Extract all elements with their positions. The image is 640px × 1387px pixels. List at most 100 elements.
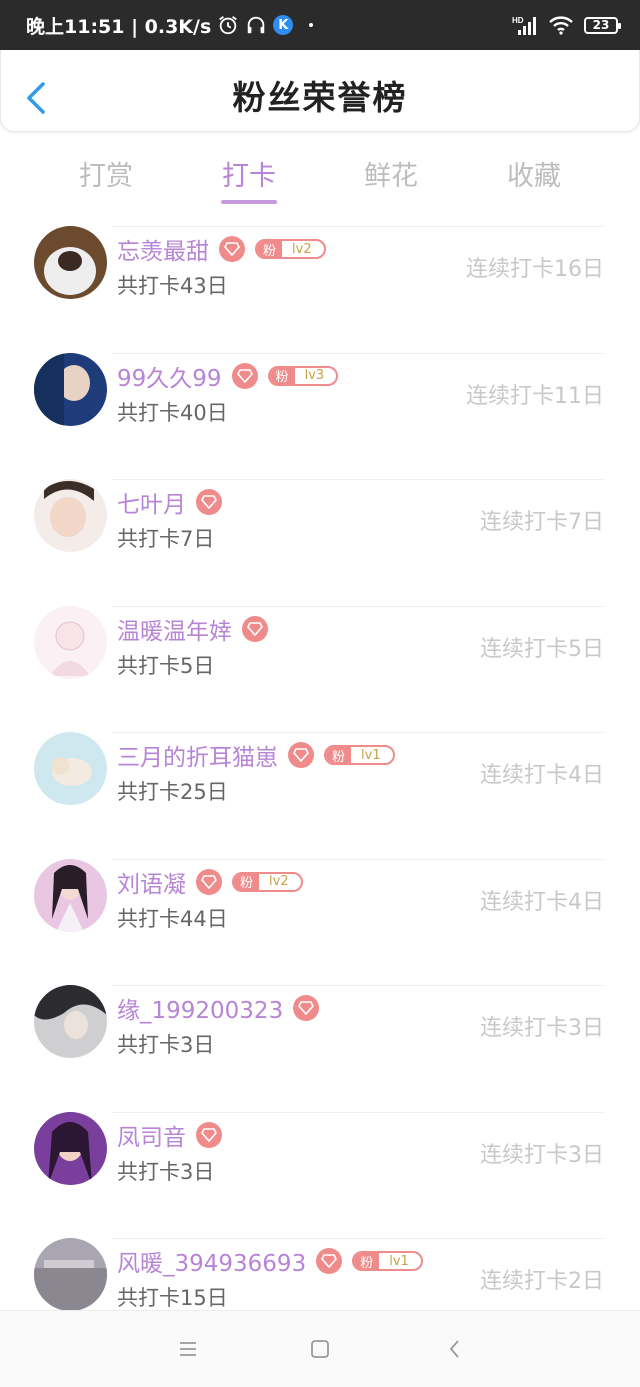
streak-checkins: 连续打卡16日 (466, 257, 604, 282)
avatar (34, 858, 107, 932)
diamond-icon (231, 362, 258, 389)
tab-reward[interactable]: 打赏 (46, 154, 166, 193)
streak-checkins: 连续打卡3日 (480, 1142, 604, 1168)
network-type: HD (512, 16, 524, 25)
status-bar: 晚上11:51 | 0.3K/s K HD 23 (0, 0, 640, 50)
list-item[interactable]: 忘羡最甜 粉 lv2 共打卡43日 连续打卡16日 (0, 226, 640, 353)
streak-checkins: 连续打卡2日 (480, 1269, 604, 1294)
total-checkins: 共打卡40日 (117, 400, 228, 425)
divider (112, 226, 604, 227)
home-icon[interactable] (308, 1337, 332, 1361)
back-icon[interactable] (443, 1337, 467, 1361)
fan-name: 缘_199200323 (117, 998, 284, 1024)
fan-name: 刘语凝 (117, 871, 186, 898)
fan-name: 忘羡最甜 (117, 239, 209, 265)
avatar (34, 732, 107, 805)
total-checkins: 共打卡7日 (117, 527, 215, 551)
wifi-icon (549, 16, 573, 35)
fan-level: lv1 (389, 1253, 409, 1269)
fan-name: 风暖_394936693 (117, 1251, 307, 1277)
tab-checkin[interactable]: 打卡 (189, 154, 309, 193)
status-time: 晚上11:51 | 0.3K/s (26, 15, 212, 38)
avatar (34, 479, 107, 552)
diamond-icon (288, 742, 314, 768)
list-item[interactable]: 温暖温年婞 共打卡5日 连续打卡5日 (0, 605, 640, 733)
streak-checkins: 连续打卡4日 (480, 763, 604, 788)
fan-level-badge: 粉 lv3 (267, 365, 339, 386)
streak-checkins: 连续打卡11日 (466, 383, 604, 409)
divider (112, 479, 604, 480)
diamond-icon (293, 995, 320, 1021)
fan-list: 忘羡最甜 粉 lv2 共打卡43日 连续打卡16日 99久久99 粉 lv3 共打卡… (0, 226, 640, 1365)
fan-name: 99久久99 (117, 365, 222, 392)
avatar (34, 352, 107, 426)
tab-bar: 打赏 打卡 鲜花 收藏 (0, 140, 640, 210)
tab-flowers[interactable]: 鲜花 (331, 154, 451, 193)
list-item[interactable]: 凤司音 共打卡3日 连续打卡3日 (0, 1111, 640, 1239)
avatar (34, 1111, 107, 1185)
divider (112, 1111, 604, 1113)
fan-name: 七叶月 (117, 492, 186, 518)
active-tab-indicator (221, 200, 277, 204)
diamond-icon (242, 615, 268, 642)
notification-dot (309, 23, 314, 27)
diamond-icon (196, 489, 222, 515)
list-item[interactable]: 缘_199200323 共打卡3日 连续打卡3日 (0, 985, 640, 1112)
avatar (34, 985, 107, 1058)
streak-checkins: 连续打卡4日 (480, 889, 604, 915)
avatar (34, 1238, 107, 1311)
avatar (34, 226, 107, 299)
fan-level: lv2 (269, 874, 289, 889)
divider (112, 858, 604, 860)
diamond-icon (316, 1248, 343, 1274)
avatar (34, 605, 107, 679)
diamond-icon (219, 236, 245, 262)
total-checkins: 共打卡3日 (117, 1033, 215, 1057)
fan-level-badge: 粉 lv1 (324, 745, 395, 765)
fan-level-badge: 粉 lv2 (255, 239, 326, 259)
menu-icon[interactable] (176, 1337, 200, 1361)
diamond-icon (196, 1121, 222, 1148)
fan-level-badge: 粉 lv2 (232, 871, 303, 892)
list-item[interactable]: 七叶月 共打卡7日 连续打卡7日 (0, 479, 640, 606)
list-item[interactable]: 三月的折耳猫崽 粉 lv1 共打卡25日 连续打卡4日 (0, 732, 640, 859)
total-checkins: 共打卡44日 (117, 906, 228, 931)
fan-label: 粉 (326, 747, 352, 763)
list-item[interactable]: 刘语凝 粉 lv2 共打卡44日 连续打卡4日 (0, 858, 640, 986)
streak-checkins: 连续打卡3日 (480, 1016, 604, 1041)
divider (112, 352, 604, 354)
total-checkins: 共打卡5日 (117, 653, 215, 678)
battery-icon: 23 (584, 16, 621, 34)
k-app-icon: K (273, 15, 294, 35)
divider (112, 605, 604, 607)
signal-icon: HD (512, 16, 536, 35)
fan-level: lv3 (304, 368, 325, 383)
divider (112, 1238, 604, 1239)
streak-checkins: 连续打卡5日 (480, 636, 604, 662)
fan-name: 三月的折耳猫崽 (117, 745, 278, 771)
fan-level: lv1 (361, 747, 381, 763)
fan-label: 粉 (269, 367, 295, 384)
total-checkins: 共打卡3日 (117, 1159, 215, 1184)
alarm-icon (219, 16, 238, 35)
fan-level-badge: 粉 lv1 (352, 1251, 423, 1271)
total-checkins: 共打卡43日 (117, 274, 228, 298)
total-checkins: 共打卡25日 (117, 780, 228, 804)
page-title: 粉丝荣誉榜 (232, 78, 408, 117)
fan-label: 粉 (354, 1253, 380, 1269)
diamond-icon (196, 868, 222, 895)
streak-checkins: 连续打卡7日 (480, 510, 604, 535)
battery-level: 23 (592, 18, 610, 32)
total-checkins: 共打卡15日 (117, 1286, 228, 1310)
divider (112, 985, 604, 986)
fan-label: 粉 (234, 873, 260, 890)
fan-label: 粉 (257, 241, 283, 257)
fan-name: 凤司音 (117, 1124, 186, 1151)
headset-icon (248, 16, 265, 34)
list-item[interactable]: 99久久99 粉 lv3 共打卡40日 连续打卡11日 (0, 352, 640, 480)
tab-favorites[interactable]: 收藏 (474, 154, 594, 193)
system-nav-bar (0, 1310, 640, 1387)
fan-name: 温暖温年婞 (117, 618, 232, 645)
divider (112, 732, 604, 733)
fan-level: lv2 (292, 241, 312, 257)
